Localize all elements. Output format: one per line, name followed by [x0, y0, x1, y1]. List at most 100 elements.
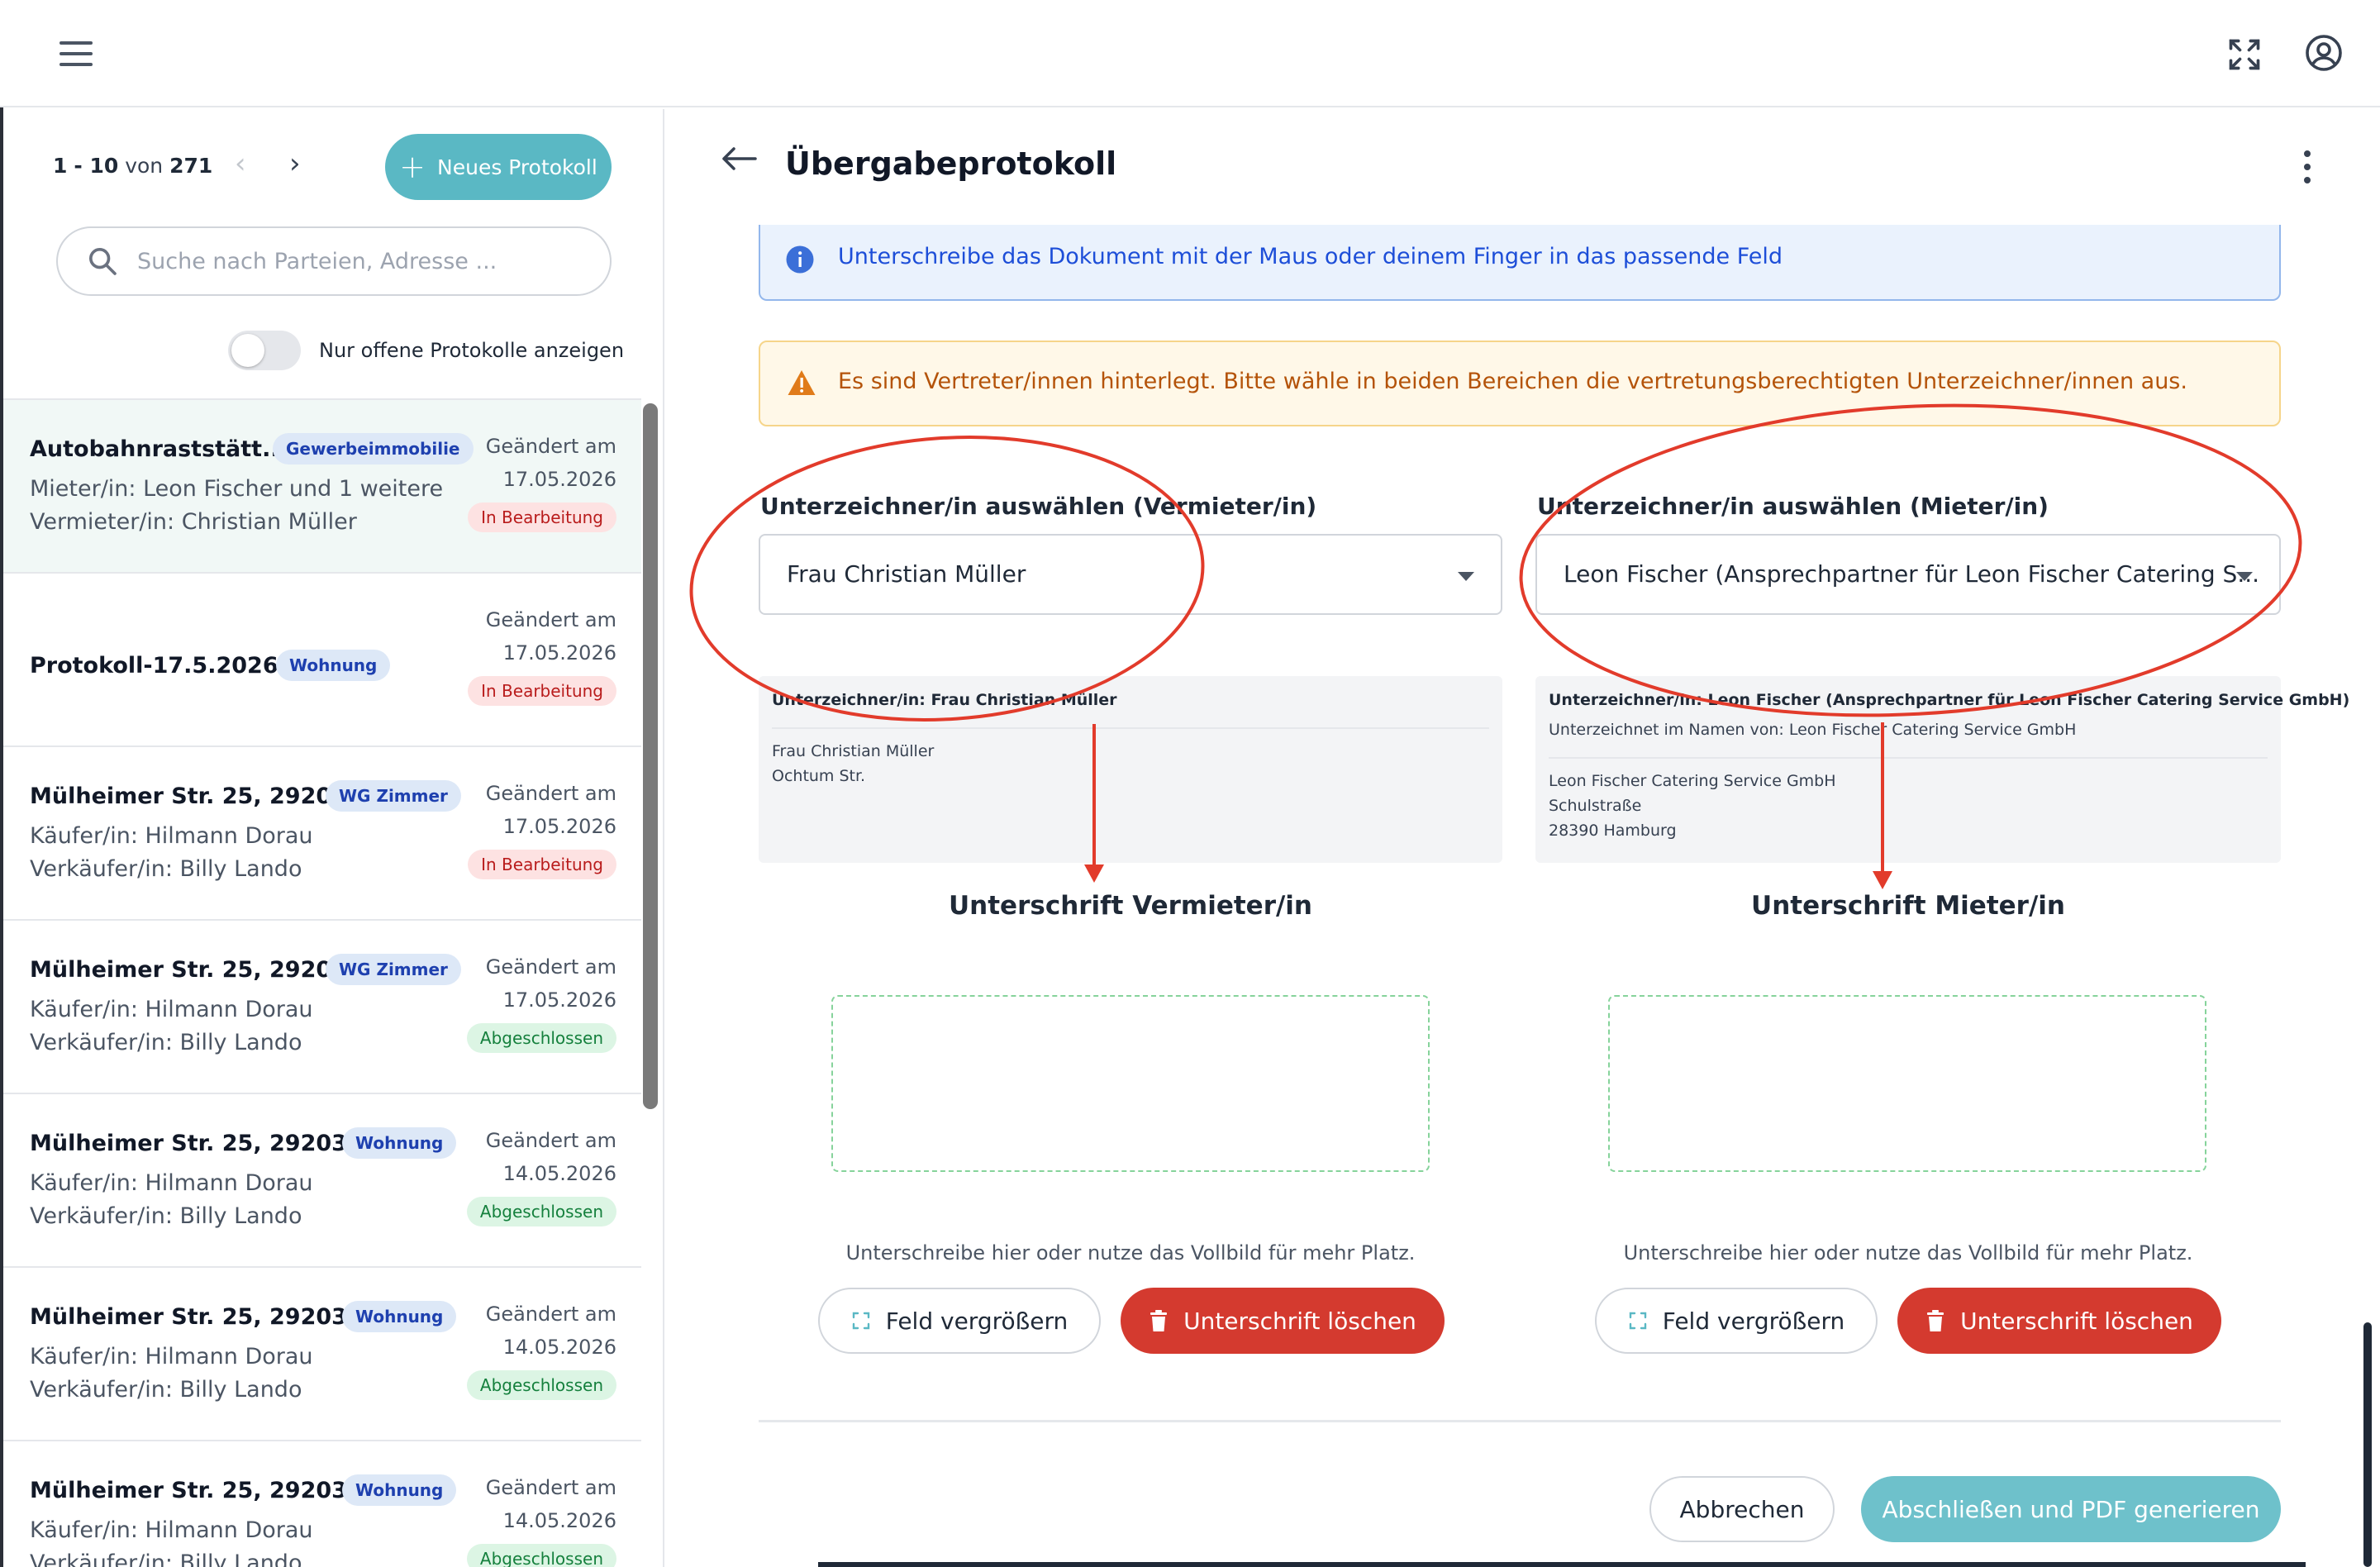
- changed-date: 17.05.2026: [502, 988, 616, 1012]
- landlord-signer-select[interactable]: Frau Christian Müller: [759, 534, 1502, 615]
- protocol-list-item[interactable]: Mülheimer Str. 25, 29203 ... Wohnung Käufe…: [3, 1093, 641, 1266]
- new-protocol-button[interactable]: + Neues Protokoll: [385, 134, 612, 200]
- plus-icon: +: [399, 149, 426, 185]
- top-bar: [0, 0, 2380, 107]
- status-badge: Abgeschlossen: [466, 1370, 616, 1400]
- landlord-enlarge-button[interactable]: Feld vergrößern: [818, 1288, 1101, 1354]
- party-line-1: Käufer/in: Hilmann Dorau: [30, 1344, 313, 1369]
- property-type-badge: Wohnung: [342, 1474, 457, 1506]
- party-line-2: Vermieter/in: Christian Müller: [30, 509, 357, 535]
- property-type-badge: Wohnung: [342, 1127, 457, 1159]
- trash-icon: [1927, 1310, 1944, 1331]
- status-badge: In Bearbeitung: [468, 850, 616, 879]
- protocol-list: Autobahnraststätt... Gewerbeimmobilie Miet…: [3, 398, 641, 1567]
- changed-label: Geändert am: [485, 435, 616, 458]
- tenant-signature-title: Unterschrift Mieter/in: [1751, 891, 2065, 921]
- hamburger-menu-icon[interactable]: [60, 40, 93, 68]
- status-badge: Abgeschlossen: [466, 1023, 616, 1053]
- main-scrollbar[interactable]: [2363, 1322, 2372, 1567]
- changed-label: Geändert am: [485, 1476, 616, 1499]
- tenant-signer-select[interactable]: Leon Fischer (Ansprechpartner für Leon F…: [1535, 534, 2281, 615]
- changed-label: Geändert am: [485, 608, 616, 631]
- landlord-clear-signature-button[interactable]: Unterschrift löschen: [1121, 1288, 1445, 1354]
- info-icon: [785, 245, 815, 278]
- protocol-list-item[interactable]: Mülheimer Str. 25, 2920... WG Zimmer Käufe…: [3, 745, 641, 919]
- property-type-badge: Wohnung: [276, 650, 391, 681]
- pager-total: 271: [169, 154, 213, 178]
- annotation-arrowhead-tenant: [1873, 871, 1892, 889]
- status-badge: Abgeschlossen: [466, 1197, 616, 1226]
- page-title: Übergabeprotokoll: [785, 145, 1117, 182]
- property-type-badge: Wohnung: [342, 1301, 457, 1332]
- cancel-button[interactable]: Abbrechen: [1649, 1476, 1835, 1542]
- landlord-enlarge-label: Feld vergrößern: [885, 1307, 1069, 1335]
- card-divider: [772, 727, 1489, 729]
- back-arrow-icon[interactable]: [719, 142, 759, 179]
- changed-date: 14.05.2026: [502, 1336, 616, 1359]
- changed-label: Geändert am: [485, 782, 616, 805]
- annotation-arrowhead-landlord: [1084, 864, 1104, 883]
- new-protocol-label: Neues Protokoll: [437, 155, 597, 179]
- pager-of-label: von: [125, 154, 164, 178]
- tenant-signature-pad[interactable]: [1608, 995, 2206, 1172]
- prev-page-icon[interactable]: ‹: [235, 147, 246, 180]
- tenant-enlarge-button[interactable]: Feld vergrößern: [1595, 1288, 1878, 1354]
- protocol-list-item[interactable]: Mülheimer Str. 25, 29203 ... Wohnung Käufe…: [3, 1266, 641, 1440]
- protocol-title: Protokoll-17.5.2026-2: [30, 653, 303, 679]
- pager-to: 10: [89, 154, 119, 178]
- landlord-card-name: Frau Christian Müller: [772, 742, 935, 760]
- tenant-card-city: 28390 Hamburg: [1549, 822, 1677, 840]
- tenant-enlarge-label: Feld vergrößern: [1662, 1307, 1845, 1335]
- expand-icon: [852, 1312, 869, 1330]
- tenant-select-label: Unterzeichner/in auswählen (Mieter/in): [1537, 493, 2049, 520]
- landlord-card-street: Ochtum Str.: [772, 767, 866, 785]
- warning-icon: [787, 369, 816, 400]
- protocol-list-item[interactable]: Mülheimer Str. 25, 2920... WG Zimmer Käufe…: [3, 919, 641, 1093]
- sidebar-scrollbar[interactable]: [643, 403, 658, 1109]
- landlord-select-value: Frau Christian Müller: [787, 560, 1026, 588]
- landlord-select-label: Unterzeichner/in auswählen (Vermieter/in…: [760, 493, 1317, 520]
- changed-date: 17.05.2026: [502, 641, 616, 664]
- tenant-clear-signature-button[interactable]: Unterschrift löschen: [1897, 1288, 2221, 1354]
- party-line-2: Verkäufer/in: Billy Lando: [30, 1550, 302, 1567]
- landlord-signature-pad[interactable]: [831, 995, 1430, 1172]
- changed-date: 14.05.2026: [502, 1162, 616, 1185]
- property-type-badge: WG Zimmer: [326, 954, 461, 985]
- status-badge: In Bearbeitung: [468, 502, 616, 532]
- party-line-1: Mieter/in: Leon Fischer und 1 weitere: [30, 476, 444, 502]
- open-protocols-toggle[interactable]: [228, 331, 301, 370]
- pager-from: 1: [53, 154, 68, 178]
- status-badge: Abgeschlossen: [466, 1544, 616, 1567]
- protocol-list-item[interactable]: Mülheimer Str. 25, 29203 ... Wohnung Käufe…: [3, 1440, 641, 1567]
- party-line-1: Käufer/in: Hilmann Dorau: [30, 1170, 313, 1196]
- next-page-icon[interactable]: ›: [289, 147, 301, 180]
- protocol-title: Mülheimer Str. 25, 29203 ...: [30, 1131, 381, 1156]
- tenant-card-street: Schulstraße: [1549, 797, 1642, 815]
- finish-generate-pdf-button[interactable]: Abschließen und PDF generieren: [1861, 1476, 2281, 1542]
- party-line-2: Verkäufer/in: Billy Lando: [30, 1203, 302, 1229]
- user-account-icon[interactable]: [2304, 33, 2344, 76]
- info-text: Unterschreibe das Dokument mit der Maus …: [838, 244, 1783, 269]
- window-bottom-edge: [818, 1562, 2306, 1567]
- landlord-card-heading: Unterzeichner/in: Frau Christian Müller: [772, 691, 1117, 709]
- expand-fullscreen-icon[interactable]: [2226, 36, 2263, 76]
- protocol-title: Mülheimer Str. 25, 2920...: [30, 784, 357, 809]
- party-line-2: Verkäufer/in: Billy Lando: [30, 856, 302, 882]
- protocol-title: Mülheimer Str. 25, 29203 ...: [30, 1304, 381, 1330]
- card-divider: [1549, 757, 2268, 759]
- protocol-title: Autobahnraststätt...: [30, 436, 288, 462]
- tenant-card-heading: Unterzeichner/in: Leon Fischer (Ansprech…: [1549, 691, 2350, 709]
- protocol-list-item[interactable]: Protokoll-17.5.2026-2 Wohnung Geändert am 1…: [3, 572, 641, 745]
- landlord-signature-hint: Unterschreibe hier oder nutze das Vollbi…: [845, 1241, 1416, 1265]
- expand-icon: [1629, 1312, 1646, 1330]
- more-options-icon[interactable]: [2301, 149, 2314, 188]
- search-input[interactable]: [137, 248, 583, 274]
- protocol-list-item[interactable]: Autobahnraststätt... Gewerbeimmobilie Miet…: [3, 398, 641, 572]
- tenant-signer-card: Unterzeichner/in: Leon Fischer (Ansprech…: [1535, 676, 2349, 863]
- tenant-card-on-behalf: Unterzeichnet im Namen von: Leon Fischer…: [1549, 721, 2077, 739]
- trash-icon: [1150, 1310, 1168, 1331]
- changed-date: 17.05.2026: [502, 815, 616, 838]
- search-box: [56, 226, 612, 296]
- protocol-title: Mülheimer Str. 25, 2920...: [30, 957, 357, 983]
- search-icon: [86, 245, 119, 281]
